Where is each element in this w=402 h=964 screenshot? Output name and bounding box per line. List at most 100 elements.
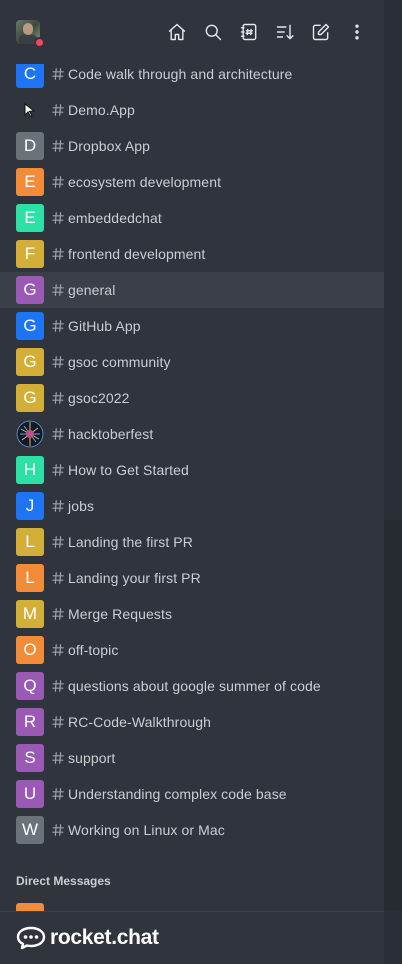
room-item[interactable]: Qquestions about google summer of code: [0, 668, 384, 704]
room-list: C Code walk through and architecture Demo.…: [0, 28, 384, 848]
room-name: embeddedchat: [68, 210, 162, 226]
room-name: Understanding complex code base: [68, 786, 287, 802]
room-item[interactable]: Ggsoc2022: [0, 380, 384, 416]
hashtag-icon: [48, 103, 68, 117]
room-avatar: O: [16, 636, 44, 664]
sort-icon[interactable]: [274, 21, 296, 43]
room-name: off-topic: [68, 642, 119, 658]
room-item[interactable]: L Landing the first PR: [0, 524, 384, 560]
room-name: GitHub App: [68, 318, 141, 334]
home-icon[interactable]: [166, 21, 188, 43]
room-avatar: Q: [16, 672, 44, 700]
hashtag-icon: [48, 391, 68, 405]
room-item[interactable]: Ggeneral: [0, 272, 384, 308]
search-icon[interactable]: [202, 21, 224, 43]
hashtag-icon: [48, 571, 68, 585]
room-item[interactable]: M Merge Requests: [0, 596, 384, 632]
room-name: jobs: [68, 498, 95, 514]
room-avatar: G: [16, 348, 44, 376]
directory-icon[interactable]: [238, 21, 260, 43]
room-avatar: H: [16, 456, 44, 484]
room-avatar: F: [16, 240, 44, 268]
room-name: gsoc community: [68, 354, 171, 370]
room-avatar: E: [16, 204, 44, 232]
status-busy-icon: [34, 37, 45, 48]
hashtag-icon: [48, 715, 68, 729]
room-avatar: M: [16, 600, 44, 628]
hashtag-icon: [48, 283, 68, 297]
hashtag-icon: [48, 679, 68, 693]
room-name: support: [68, 750, 116, 766]
sidebar-footer: rocket.chat: [0, 911, 384, 964]
kebab-menu-icon[interactable]: [346, 21, 368, 43]
hashtag-icon: [48, 175, 68, 189]
room-avatar: G: [16, 276, 44, 304]
avatar[interactable]: [16, 20, 45, 48]
room-item[interactable]: Eecosystem development: [0, 164, 384, 200]
hashtag-icon: [48, 643, 68, 657]
brand-logo: rocket.chat: [16, 926, 159, 950]
scrollbar-thumb[interactable]: [384, 520, 402, 910]
hashtag-icon: [48, 319, 68, 333]
create-new-icon[interactable]: [310, 21, 332, 43]
room-avatar: S: [16, 744, 44, 772]
hashtag-icon: [48, 535, 68, 549]
room-item[interactable]: Ffrontend development: [0, 236, 384, 272]
room-name: ecosystem development: [68, 174, 222, 190]
hashtag-icon: [48, 607, 68, 621]
room-item[interactable]: G GitHub App: [0, 308, 384, 344]
room-avatar: C: [16, 60, 44, 88]
room-name: Dropbox App: [68, 138, 151, 154]
room-avatar: D: [16, 132, 44, 160]
room-item[interactable]: Ssupport: [0, 740, 384, 776]
room-avatar: G: [16, 312, 44, 340]
room-item[interactable]: D Dropbox App: [0, 128, 384, 164]
room-name: Working on Linux or Mac: [68, 822, 225, 838]
hashtag-icon: [48, 67, 68, 81]
room-avatar: L: [16, 564, 44, 592]
room-item[interactable]: H How to Get Started: [0, 452, 384, 488]
room-item[interactable]: Jjobs: [0, 488, 384, 524]
room-name: Demo.App: [68, 102, 135, 118]
room-avatar: R: [16, 708, 44, 736]
room-name: hacktoberfest: [68, 426, 154, 442]
room-name: frontend development: [68, 246, 206, 262]
room-item[interactable]: W Working on Linux or Mac: [0, 812, 384, 848]
hashtag-icon: [48, 823, 68, 837]
room-name: Merge Requests: [68, 606, 173, 622]
room-item[interactable]: L Landing your first PR: [0, 560, 384, 596]
room-item[interactable]: U Understanding complex code base: [0, 776, 384, 812]
room-item[interactable]: Ggsoc community: [0, 344, 384, 380]
sidebar-header: [0, 0, 384, 64]
room-name: How to Get Started: [68, 462, 189, 478]
room-name: questions about google summer of code: [68, 678, 321, 694]
room-avatar: U: [16, 780, 44, 808]
room-name: Landing your first PR: [68, 570, 201, 586]
hashtag-icon: [48, 427, 68, 441]
brand-name: rocket.chat: [50, 926, 159, 949]
room-item[interactable]: Eembeddedchat: [0, 200, 384, 236]
hashtag-icon: [48, 139, 68, 153]
room-avatar: L: [16, 528, 44, 556]
sidebar: C Code walk through and architecture Demo.…: [0, 0, 384, 964]
hacktoberfest-logo-icon: [16, 420, 44, 448]
hashtag-icon: [48, 355, 68, 369]
hashtag-icon: [48, 247, 68, 261]
room-name: general: [68, 282, 116, 298]
section-title-direct-messages: Direct Messages: [16, 874, 111, 888]
room-item[interactable]: Demo.App: [0, 92, 384, 128]
room-avatar: G: [16, 384, 44, 412]
dm-avatar[interactable]: [16, 903, 44, 911]
room-item[interactable]: hacktoberfest: [0, 416, 384, 452]
room-avatar: W: [16, 816, 44, 844]
hashtag-icon: [48, 499, 68, 513]
room-item[interactable]: Ooff-topic: [0, 632, 384, 668]
room-name: gsoc2022: [68, 390, 130, 406]
room-name: Landing the first PR: [68, 534, 193, 550]
hashtag-icon: [48, 751, 68, 765]
hashtag-icon: [48, 463, 68, 477]
cursor-icon: [16, 96, 44, 124]
room-avatar: J: [16, 492, 44, 520]
room-item[interactable]: R RC-Code-Walkthrough: [0, 704, 384, 740]
room-name: RC-Code-Walkthrough: [68, 714, 211, 730]
